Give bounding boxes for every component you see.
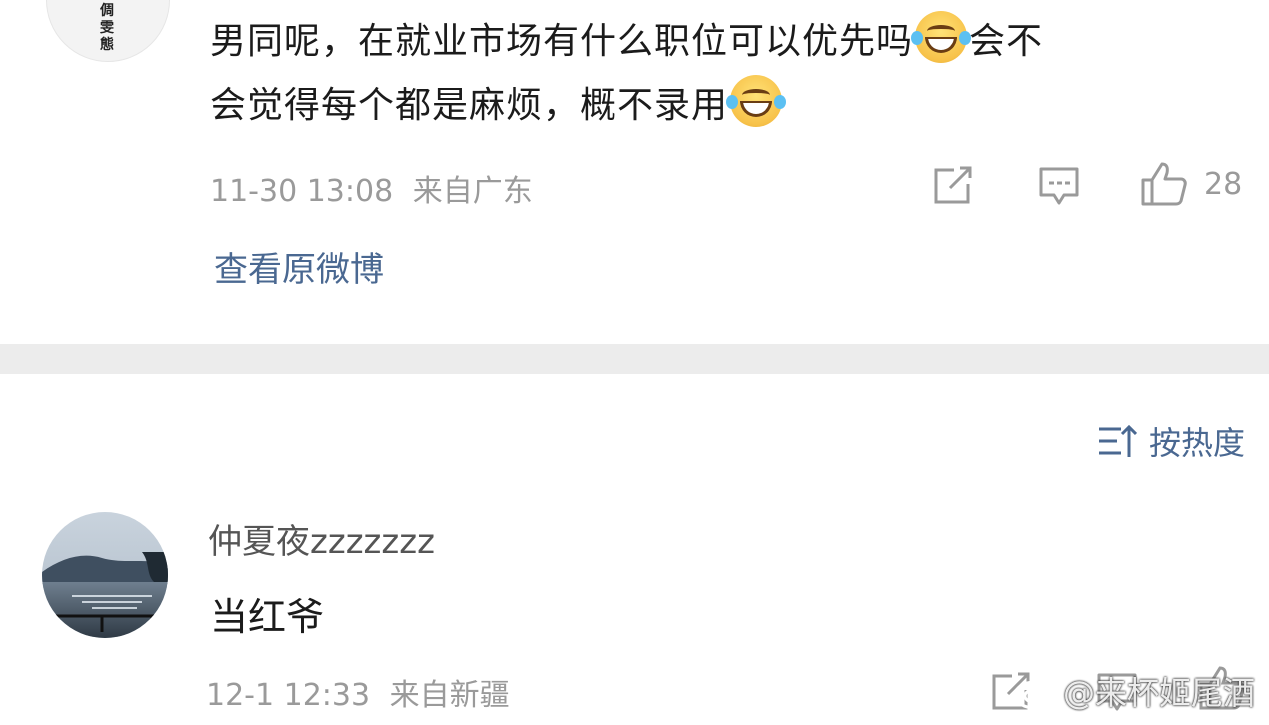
avatar[interactable]: 倜 雯 態 <box>46 0 170 62</box>
like-button[interactable]: 28 <box>1140 160 1242 208</box>
comment-icon[interactable] <box>1038 166 1080 208</box>
comment-text-line1: 男同呢，在就业市场有什么职位可以优先吗 <box>210 21 914 62</box>
watermark: @来杯姬尾酒 <box>1013 668 1255 714</box>
like-count: 28 <box>1204 166 1243 202</box>
username[interactable]: 仲夏夜zzzzzzz <box>208 514 435 563</box>
sort-by-hot-button[interactable]: 按热度 <box>1097 418 1245 464</box>
comment-text-line1-end: 会不 <box>969 21 1044 62</box>
view-original-link[interactable]: 查看原微博 <box>214 242 384 291</box>
laughing-tears-emoji-icon <box>911 11 972 63</box>
avatar-landscape-image <box>42 512 168 638</box>
comment-meta: 11-30 13:08 来自广东 <box>210 166 533 210</box>
like-icon <box>1141 162 1187 206</box>
share-icon[interactable] <box>932 166 974 206</box>
avatar[interactable] <box>42 512 168 638</box>
weibo-logo-icon <box>1013 673 1061 710</box>
comment-text: 当红爷 <box>210 595 325 639</box>
avatar-seal-text: 倜 雯 態 <box>100 3 114 53</box>
comment-time: 11-30 13:08 <box>210 174 394 209</box>
comment-location: 来自广东 <box>412 174 533 209</box>
watermark-text: @来杯姬尾酒 <box>1062 674 1255 712</box>
comment-meta: 12-1 12:33 来自新疆 <box>206 670 510 714</box>
laughing-tears-emoji-icon <box>726 75 787 127</box>
comment-time: 12-1 12:33 <box>206 678 371 713</box>
comment-location: 来自新疆 <box>389 678 510 713</box>
comment-text-line2: 会觉得每个都是麻烦，概不录用 <box>210 85 729 126</box>
comment-text: 男同呢，在就业市场有什么职位可以优先吗 会不 会觉得每个都是麻烦，概不录用 <box>210 10 1043 138</box>
section-divider <box>0 344 1269 374</box>
sort-label: 按热度 <box>1148 424 1245 462</box>
sort-icon <box>1098 424 1137 457</box>
